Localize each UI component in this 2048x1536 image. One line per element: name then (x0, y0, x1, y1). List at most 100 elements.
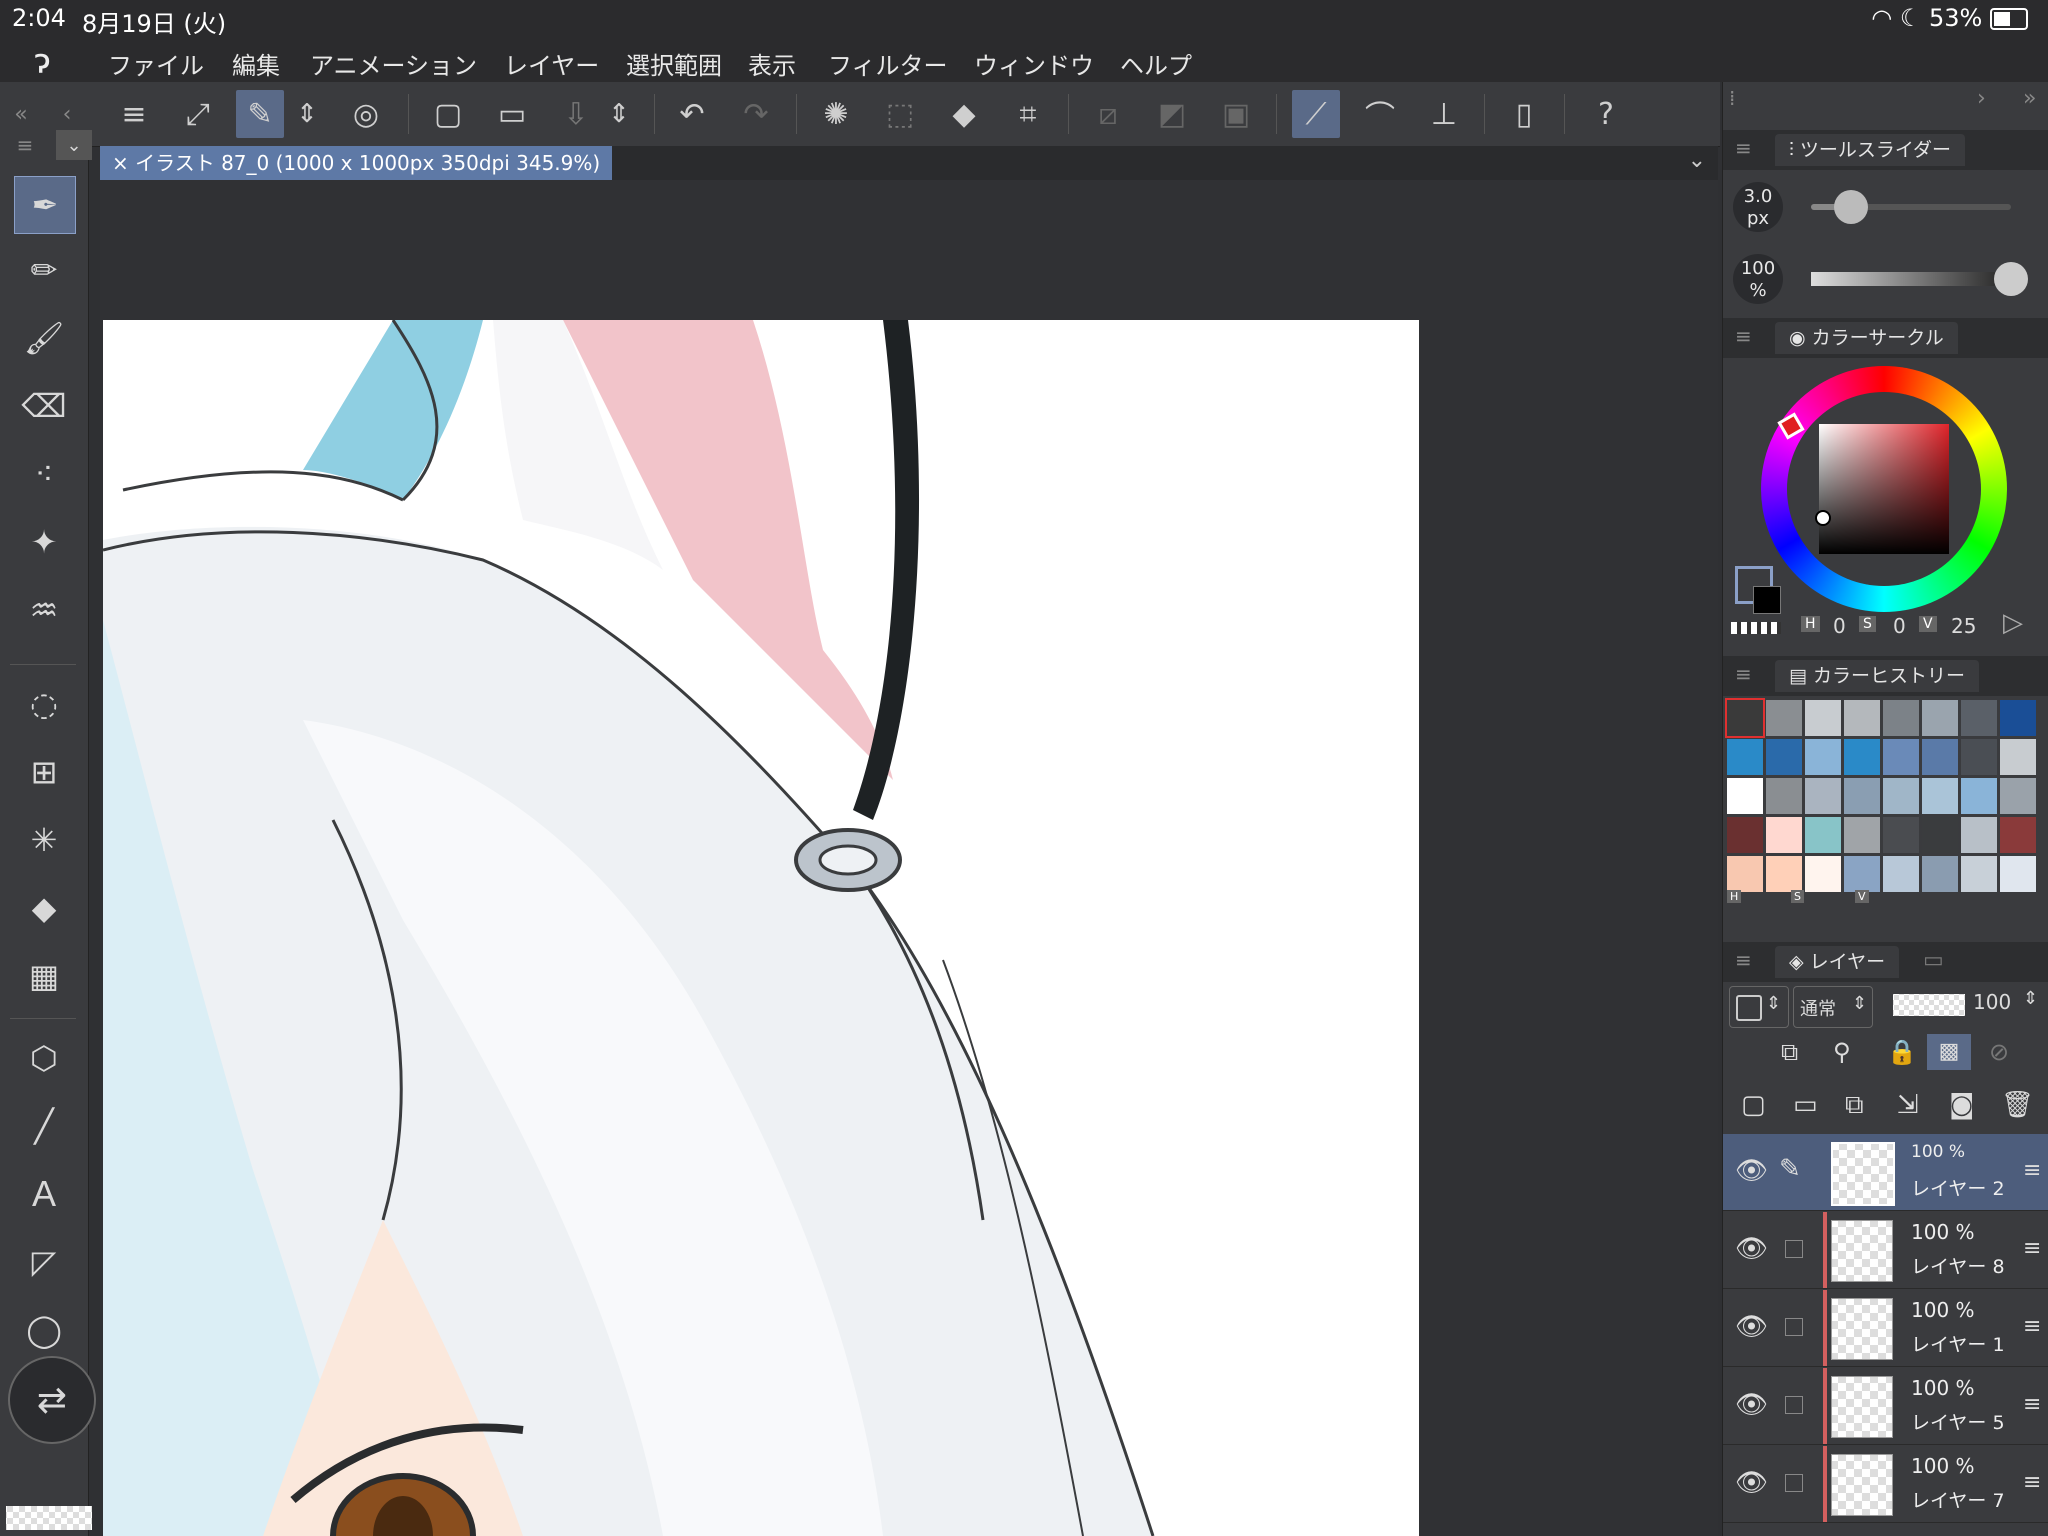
help-bubble-icon[interactable]: ? (1582, 90, 1630, 138)
history-swatch[interactable] (1727, 817, 1763, 853)
opacity-readout[interactable]: 100 % (1733, 254, 1783, 304)
clear-selection-icon[interactable]: ⧄ (1084, 90, 1132, 138)
history-swatch[interactable] (1805, 817, 1841, 853)
menu-selection[interactable]: 選択範囲 (626, 46, 722, 81)
gradient-tool-icon[interactable]: ▦ (14, 948, 74, 1004)
line-tool-icon[interactable]: ╱ (14, 1098, 74, 1154)
fill-tool-icon[interactable]: ◆ (14, 880, 74, 936)
color-wheel[interactable] (1761, 366, 2007, 612)
eye-icon[interactable]: 👁 (1735, 1156, 1768, 1186)
history-swatch[interactable] (1727, 739, 1763, 775)
snap-special-ruler-icon[interactable]: ⊥ (1420, 90, 1468, 138)
panel-menu-icon-2[interactable]: ≡ (1735, 324, 1752, 348)
blend-mode-dropdown[interactable]: 通常 ⇕ (1793, 986, 1873, 1028)
layer-checkbox[interactable] (1785, 1474, 1803, 1492)
menu-layer[interactable]: レイヤー (504, 46, 599, 81)
device-settings-icon[interactable]: ▯ (1500, 90, 1548, 138)
app-logo-icon[interactable]: ɂ (34, 42, 50, 82)
history-swatch[interactable] (1961, 817, 1997, 853)
layer-menu-icon[interactable]: ≡ (2023, 1158, 2041, 1183)
menu-help[interactable]: ヘルプ (1120, 46, 1192, 81)
panel-menu-icon-3[interactable]: ≡ (1735, 662, 1752, 686)
layer-checkbox[interactable] (1785, 1318, 1803, 1336)
pen-tool-icon[interactable]: ✒ (14, 176, 76, 234)
lasso-tool-icon[interactable]: ◌ (14, 676, 74, 732)
hue-marker[interactable] (1777, 412, 1805, 440)
mesh-transform-icon[interactable]: ⊞ (14, 744, 74, 800)
layer-menu-icon[interactable]: ≡ (2023, 1314, 2041, 1339)
brush-size-readout[interactable]: 3.0 px (1733, 182, 1783, 232)
history-swatch[interactable] (1805, 856, 1841, 892)
select-layer-icon[interactable]: ▣ (1212, 90, 1260, 138)
menu-animation[interactable]: アニメーション (310, 46, 477, 81)
layer-color-dropdown[interactable]: ⇕ (1729, 986, 1789, 1028)
transform-icon[interactable]: ⌗ (1004, 90, 1052, 138)
eye-icon[interactable]: 👁 (1735, 1468, 1768, 1498)
history-swatch[interactable] (1883, 817, 1919, 853)
transfer-down-icon[interactable]: ⧉ (1845, 1090, 1864, 1121)
arrow-right-icon[interactable]: › (1977, 86, 1986, 111)
history-swatch[interactable] (2000, 700, 2036, 736)
history-swatch[interactable] (1844, 739, 1880, 775)
brush-size-slider[interactable] (1811, 190, 2011, 224)
history-swatch[interactable] (1805, 700, 1841, 736)
open-folder-icon[interactable]: ▭ (488, 90, 536, 138)
history-swatch[interactable] (1844, 856, 1880, 892)
history-swatch[interactable] (1922, 778, 1958, 814)
layer-menu-icon[interactable]: ≡ (2023, 1236, 2041, 1261)
toolbox-menu-icon[interactable]: ≡ (10, 130, 40, 160)
hamburger-menu-icon[interactable]: ≡ (110, 90, 158, 138)
undo-icon[interactable]: ↶ (668, 90, 716, 138)
sub-color-swatch[interactable] (1753, 586, 1781, 614)
new-raster-layer-icon[interactable]: ▢ (1741, 1090, 1766, 1120)
spiral-icon[interactable]: ◎ (342, 90, 390, 138)
menu-file[interactable]: ファイル (108, 46, 204, 81)
collapse-right-icon[interactable]: » (2023, 86, 2036, 111)
color-swap-icon[interactable]: ⇄ (8, 1356, 96, 1444)
operation-tool-icon[interactable]: ⬡ (14, 1030, 74, 1086)
history-swatch[interactable] (1844, 817, 1880, 853)
history-swatch[interactable] (1766, 739, 1802, 775)
toolbox-dropdown-icon[interactable]: ⌄ (56, 130, 92, 160)
history-swatch[interactable] (1844, 700, 1880, 736)
eye-icon[interactable]: 👁 (1735, 1234, 1768, 1264)
resize-canvas-icon[interactable]: ⤢ (174, 90, 222, 138)
color-history-tab[interactable]: ▤ カラーヒストリー (1775, 660, 1980, 692)
eraser-tool-icon[interactable]: ⌫ (14, 378, 74, 434)
text-tool-icon[interactable]: A (14, 1166, 74, 1222)
lock-icon[interactable]: 🔒 (1887, 1038, 1917, 1066)
menu-view[interactable]: 表示 (748, 46, 796, 81)
history-swatch[interactable] (1766, 700, 1802, 736)
auto-select-icon[interactable]: ✳ (14, 812, 74, 868)
layer-row[interactable]: 👁 100 % レイヤー 5 ≡ (1723, 1368, 2048, 1445)
history-swatch[interactable] (2000, 856, 2036, 892)
layer-row[interactable]: 👁 100 % レイヤー 7 ≡ (1723, 1446, 2048, 1523)
play-circle-icon[interactable]: ▷ (2003, 608, 2023, 638)
history-swatch[interactable] (1766, 856, 1802, 892)
save-icon[interactable]: ⇩ (552, 90, 600, 138)
transparent-swatch[interactable] (1731, 622, 1781, 634)
history-swatch[interactable] (1766, 778, 1802, 814)
history-swatch[interactable] (1844, 778, 1880, 814)
history-swatch[interactable] (1961, 739, 1997, 775)
layer-checkbox[interactable] (1785, 1396, 1803, 1414)
history-swatch[interactable] (1961, 856, 1997, 892)
blend-tool-icon[interactable]: ♒ (14, 582, 74, 638)
decoration-tool-icon[interactable]: ✦ (14, 514, 74, 570)
tool-slider-tab[interactable]: ⫶ ツールスライダー (1775, 134, 1966, 166)
chevron-down-icon[interactable]: ⌄ (1688, 148, 1706, 173)
fill-bucket-icon[interactable]: ◆ (940, 90, 988, 138)
history-swatch[interactable] (2000, 817, 2036, 853)
saturation-value-square[interactable] (1819, 424, 1949, 554)
edit-pencil-icon[interactable]: ✎ (1779, 1154, 1801, 1184)
layer-menu-icon[interactable]: ≡ (2023, 1392, 2041, 1417)
layer-opacity-slider[interactable] (1893, 994, 1965, 1016)
eye-icon[interactable]: 👁 (1735, 1390, 1768, 1420)
history-swatch[interactable] (1883, 739, 1919, 775)
panel-menu-icon-4[interactable]: ≡ (1735, 948, 1752, 972)
transparent-color-swatch[interactable] (6, 1506, 92, 1530)
color-circle-tab[interactable]: ◉ カラーサークル (1775, 322, 1958, 354)
mask-disable-icon[interactable]: ⊘ (1989, 1038, 2009, 1066)
opacity-slider[interactable] (1811, 262, 2028, 296)
airbrush-tool-icon[interactable]: ⁖ (14, 446, 74, 502)
